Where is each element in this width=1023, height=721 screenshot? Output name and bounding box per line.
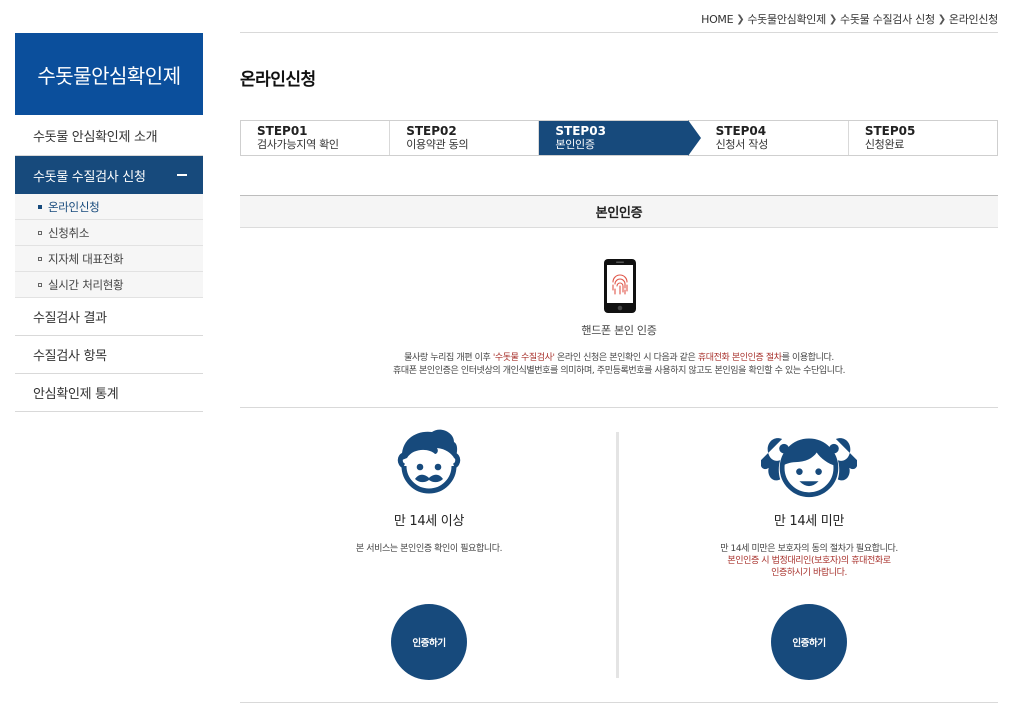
chevron-right-icon: ❯: [828, 13, 838, 25]
adult-auth-button[interactable]: 인증하기: [391, 604, 467, 680]
adult-title: 만 14세 이상: [393, 514, 465, 529]
boy-face-icon: [397, 429, 461, 494]
minor-desc-highlight: 인증하시기 바랍니다.: [771, 568, 847, 578]
sidebar-item-results[interactable]: 수질검사 결과: [15, 298, 203, 336]
girl-face-icon: [761, 438, 857, 498]
sidebar-subitem-label: 신청취소: [48, 225, 90, 240]
minus-icon[interactable]: [177, 174, 187, 176]
minor-desc-highlight: 본인인증 시 법정대리인(보호자)의 휴대전화로: [727, 556, 891, 566]
breadcrumb-current: 온라인신청: [948, 13, 998, 26]
breadcrumb-item[interactable]: 수돗물 수질검사 신청: [840, 11, 935, 27]
step-indicator: STEP01 검사가능지역 확인 STEP02 이용약관 동의 STEP03 본…: [240, 120, 998, 156]
breadcrumb-home[interactable]: HOME: [701, 13, 733, 26]
desc-highlight: '수돗물 수질검사': [492, 353, 555, 363]
adult-auth-panel: 만 14세 이상 본 서비스는 본인인증 확인이 필요합니다. 인증하기: [240, 424, 618, 680]
step-number: STEP05: [864, 124, 916, 138]
sidebar-item-stats[interactable]: 안심확인제 통계: [15, 374, 203, 412]
sidebar-item-label: 수질검사 항목: [33, 349, 107, 364]
minor-auth-button[interactable]: 인증하기: [771, 604, 847, 680]
footer-divider: [240, 702, 998, 703]
desc-text: 를 이용합니다.: [781, 353, 835, 363]
sidebar-item-label: 수질검사 결과: [33, 311, 107, 326]
sidebar-item-label: 수돗물 수질검사 신청: [33, 169, 146, 185]
sidebar-item-label: 수돗물 안심확인제 소개: [33, 129, 158, 145]
square-bullet-icon: [38, 230, 42, 235]
desc-highlight: 휴대전화 본인인증 절차: [697, 353, 782, 363]
step-4: STEP04 신청서 작성: [687, 121, 849, 155]
step-1: STEP01 검사가능지역 확인: [241, 121, 391, 155]
step-label: 신청서 작성: [715, 138, 769, 151]
desc-line-2: 휴대폰 본인인증은 인터넷상의 개인식별번호를 의미하며, 주민등록번호를 사용…: [392, 366, 846, 376]
sidebar-item-intro[interactable]: 수돗물 안심확인제 소개: [15, 115, 203, 156]
minor-description: 만 14세 미만은 보호자의 동의 절차가 필요합니다. 본인인증 시 법정대리…: [620, 543, 998, 579]
auth-description: 물사랑 누리집 개편 이후 '수돗물 수질검사' 온라인 신청은 본인확인 시 …: [240, 352, 998, 378]
chevron-right-icon: ❯: [937, 13, 946, 25]
step-label: 이용약관 동의: [406, 138, 469, 151]
sidebar-item-apply[interactable]: 수돗물 수질검사 신청: [15, 156, 203, 194]
step-arrow-icon: [687, 120, 701, 156]
sidebar-subitem-label: 지자체 대표전화: [48, 251, 124, 266]
step-3-current: STEP03 본인인증: [539, 120, 701, 156]
sidebar-item-items[interactable]: 수질검사 항목: [15, 336, 203, 374]
step-number: STEP04: [715, 124, 767, 138]
step-number: STEP01: [257, 124, 308, 138]
section-title: 본인인증: [240, 195, 998, 228]
phone-auth-caption: 핸드폰 본인 인증: [581, 324, 657, 337]
sidebar-item-label: 안심확인제 통계: [33, 387, 119, 402]
step-label: 신청완료: [864, 138, 905, 151]
step-number: STEP03: [555, 124, 606, 138]
sidebar-title: 수돗물안심확인제: [15, 33, 203, 115]
minor-title: 만 14세 미만: [773, 514, 845, 529]
sidebar-subitem-label: 온라인신청: [48, 199, 100, 214]
square-bullet-icon: [38, 282, 42, 287]
sidebar-subitem-cancel[interactable]: 신청취소: [15, 220, 203, 246]
sidebar-subitem-online[interactable]: 온라인신청: [15, 194, 203, 220]
step-5: STEP05 신청완료: [848, 121, 998, 155]
step-label: 본인인증: [555, 138, 595, 151]
square-bullet-icon: [38, 256, 42, 261]
sidebar-subitem-phone[interactable]: 지자체 대표전화: [15, 246, 203, 272]
sidebar-subitem-label: 실시간 처리현황: [48, 277, 124, 292]
sidebar-subitem-status[interactable]: 실시간 처리현황: [15, 272, 203, 298]
minor-auth-panel: 만 14세 미만 만 14세 미만은 보호자의 동의 절차가 필요합니다. 본인…: [620, 424, 998, 680]
breadcrumb: HOME ❯ 수돗물안심확인제 ❯ 수돗물 수질검사 신청 ❯ 온라인신청: [701, 11, 998, 27]
desc-text: 온라인 신청은 본인확인 시 다음과 같은: [554, 353, 698, 363]
minor-desc-line: 만 14세 미만은 보호자의 동의 절차가 필요합니다.: [720, 544, 898, 554]
adult-description: 본 서비스는 본인인증 확인이 필요합니다.: [355, 544, 503, 554]
phone-fingerprint-icon: [603, 258, 637, 314]
section-divider: [240, 407, 998, 408]
chevron-right-icon: ❯: [736, 13, 745, 25]
step-label: 검사가능지역 확인: [257, 138, 339, 151]
desc-text: 물사랑 누리집 개편 이후: [404, 353, 493, 363]
breadcrumb-item[interactable]: 수돗물안심확인제: [747, 11, 826, 27]
header-divider: [240, 32, 998, 33]
page-title: 온라인신청: [240, 70, 316, 90]
step-number: STEP02: [406, 124, 457, 138]
sidebar: 수돗물안심확인제 수돗물 안심확인제 소개 수돗물 수질검사 신청 온라인신청 …: [15, 33, 203, 412]
step-2: STEP02 이용약관 동의: [390, 121, 540, 155]
square-bullet-icon: [38, 204, 42, 209]
desc-line-1: 물사랑 누리집 개편 이후 '수돗물 수질검사' 온라인 신청은 본인확인 시 …: [240, 352, 998, 365]
